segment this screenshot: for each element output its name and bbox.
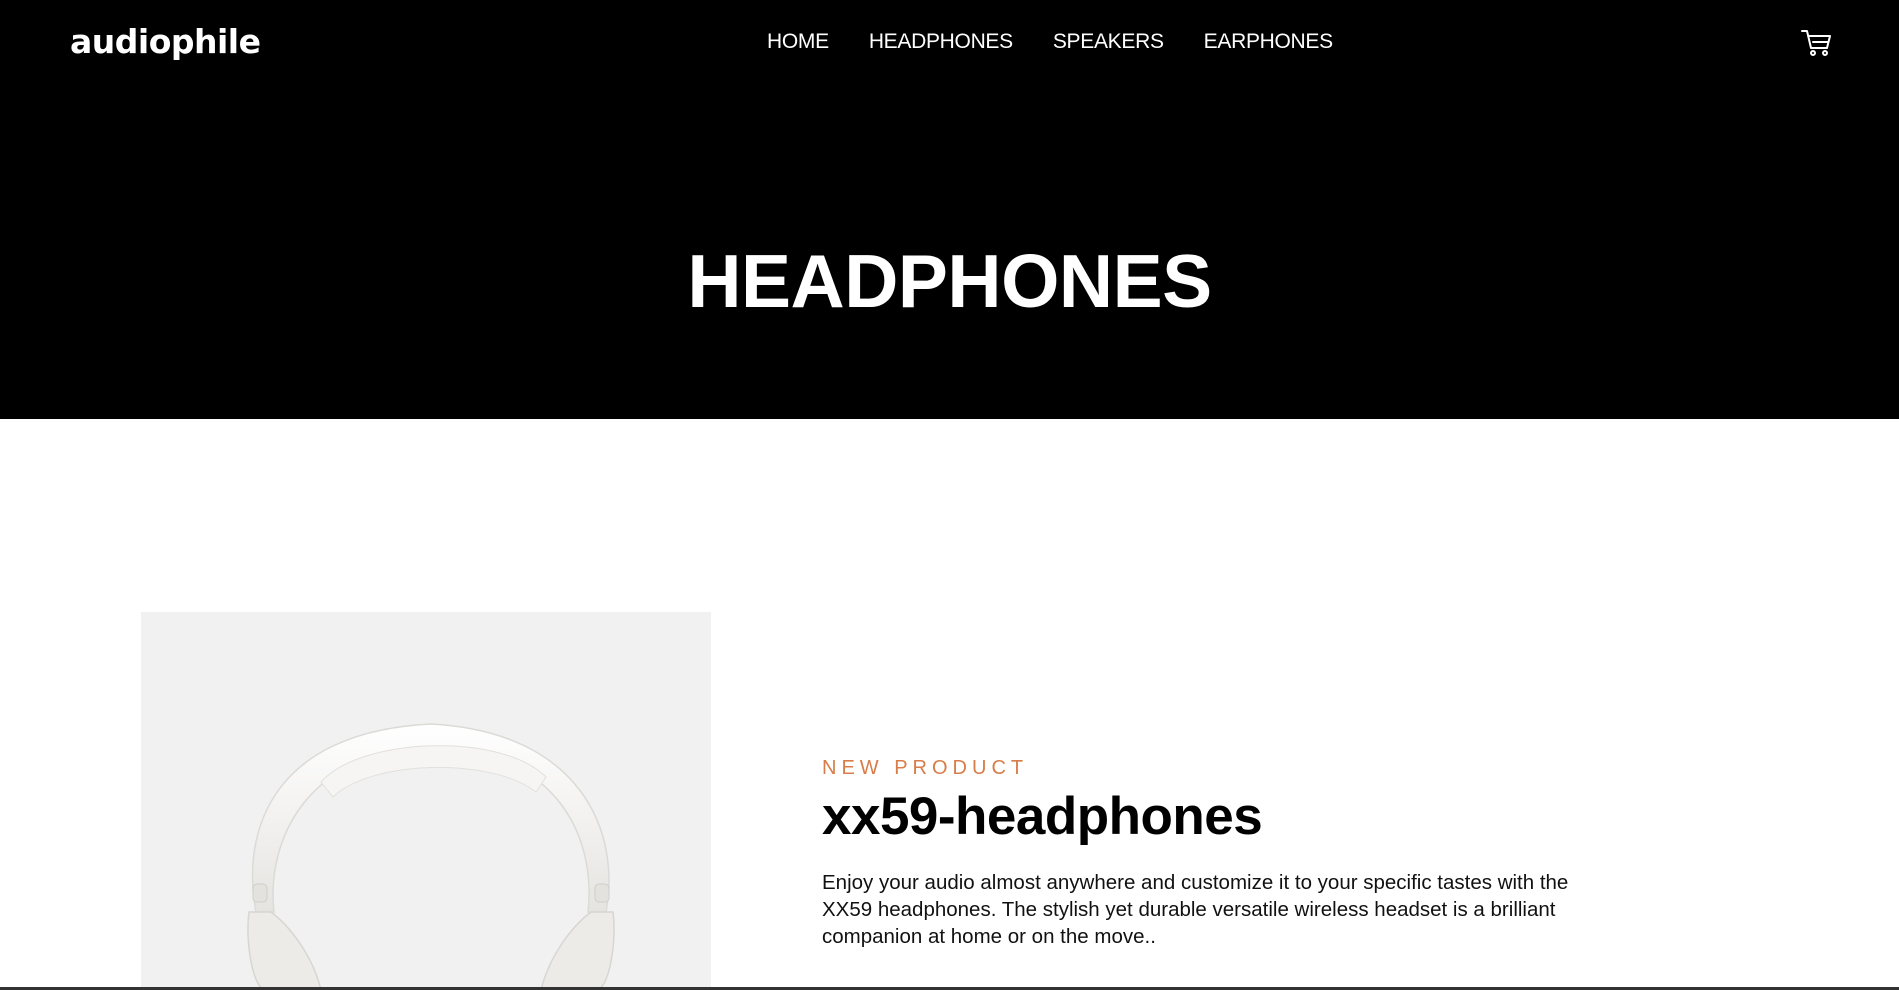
product-overline: NEW PRODUCT bbox=[822, 757, 1029, 779]
nav-home[interactable]: HOME bbox=[767, 30, 829, 54]
cart-icon[interactable] bbox=[1800, 28, 1832, 58]
product-image bbox=[141, 612, 711, 990]
nav-earphones[interactable]: EARPHONES bbox=[1204, 30, 1333, 54]
product-name: xx59-headphones bbox=[822, 787, 1263, 846]
product-description: Enjoy your audio almost anywhere and cus… bbox=[822, 871, 1569, 948]
logo[interactable]: audiophile bbox=[70, 22, 261, 61]
page-title: HEADPHONES bbox=[687, 239, 1212, 323]
nav-headphones[interactable]: HEADPHONES bbox=[869, 30, 1013, 54]
nav-speakers[interactable]: SPEAKERS bbox=[1053, 30, 1164, 54]
main-nav: HOME HEADPHONES SPEAKERS EARPHONES bbox=[767, 30, 1373, 54]
site-header: audiophile HOME HEADPHONES SPEAKERS EARP… bbox=[0, 0, 1899, 419]
